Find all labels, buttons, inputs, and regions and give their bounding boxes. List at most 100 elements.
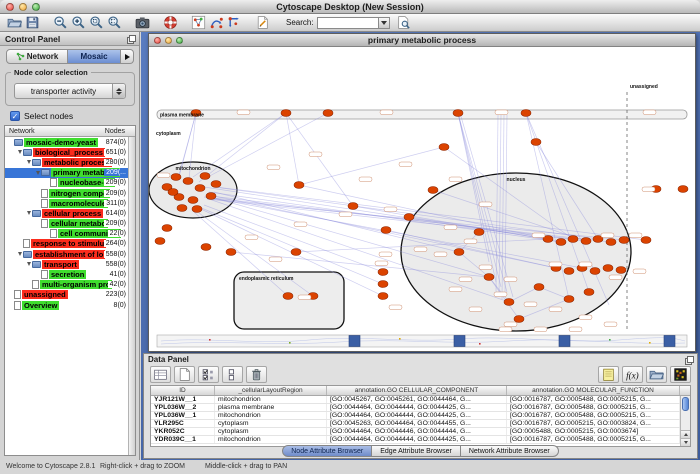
formula-icon[interactable]: f(x) xyxy=(622,366,643,383)
tree-row[interactable]: nitrogen compo209(0) xyxy=(5,188,135,198)
table-cell[interactable]: cytoplasm xyxy=(215,420,327,427)
zoom-fit-icon[interactable] xyxy=(106,14,123,31)
save-icon[interactable] xyxy=(24,14,41,31)
frame-close-button[interactable] xyxy=(154,37,161,44)
help-lifering-icon[interactable] xyxy=(162,14,179,31)
frame-zoom-button[interactable] xyxy=(176,37,183,44)
tab-overflow-button[interactable] xyxy=(121,49,134,64)
frame-minimize-button[interactable] xyxy=(165,37,172,44)
table-row[interactable]: YJR121W__1mitochondrion[GO:0045267, GO:0… xyxy=(151,396,690,404)
tree-row[interactable]: establishment of lo558(0) xyxy=(5,249,135,259)
annotation-icon[interactable] xyxy=(254,14,271,31)
tree-row[interactable]: macromolecule311(0) xyxy=(5,198,135,208)
table-row[interactable]: YPL036W__2plasma membrane[GO:0044464, GO… xyxy=(151,404,690,412)
tree-row[interactable]: cellular metabo209(0) xyxy=(5,219,135,229)
unselect-attributes-icon[interactable] xyxy=(222,366,243,383)
tree-header[interactable]: Network Nodes xyxy=(5,126,135,137)
column-header[interactable]: ID xyxy=(151,386,215,395)
tree-row[interactable]: mosaic-demo-yeast874(0) xyxy=(5,137,135,147)
disclosure-triangle-icon[interactable] xyxy=(25,160,32,164)
table-cell[interactable]: mitochondrion xyxy=(215,436,327,443)
scroll-up-button[interactable] xyxy=(681,430,690,438)
layout-icon[interactable] xyxy=(226,14,243,31)
float-panel-icon[interactable] xyxy=(127,35,136,44)
tab-network[interactable]: Network xyxy=(6,49,68,64)
table-cell[interactable]: mitochondrion xyxy=(215,412,327,419)
delete-attribute-icon[interactable] xyxy=(246,366,267,383)
tree-row[interactable]: cell communicat22(0) xyxy=(5,229,135,239)
tree-row[interactable]: metabolic process280(0) xyxy=(5,157,135,167)
table-cell[interactable]: [GO:0044464, GO:0044444, GO:0044425, G..… xyxy=(327,412,507,419)
tree-row[interactable]: transport558(0) xyxy=(5,259,135,269)
table-row[interactable]: YLR295Ccytoplasm[GO:0045263, GO:0044464,… xyxy=(151,420,690,428)
table-cell[interactable]: YLR295C xyxy=(151,420,215,427)
table-cell[interactable]: [GO:0016787, GO:0005488, GO:0005215, G..… xyxy=(507,412,680,419)
tab-mosaic[interactable]: Mosaic xyxy=(68,49,121,64)
network-window-titlebar[interactable]: primary metabolic process xyxy=(149,34,695,47)
tree-scrollbar[interactable] xyxy=(128,137,135,455)
table-cell[interactable]: [GO:0016787, GO:0005488, GO:0005215, G..… xyxy=(507,436,680,443)
tree-row[interactable]: cellular process614(0) xyxy=(5,208,135,218)
tree-row[interactable]: response to stimulu264(0) xyxy=(5,239,135,249)
zoom-region-icon[interactable] xyxy=(88,14,105,31)
network-canvas[interactable]: plasma membranecytoplasmmitochondrionnuc… xyxy=(149,47,695,351)
tree-row[interactable]: multi-organism pro42(0) xyxy=(5,280,135,290)
tree-row[interactable]: unassigned223(0) xyxy=(5,290,135,300)
network-overview-icon[interactable] xyxy=(190,14,207,31)
tab-node-attribute-browser[interactable]: Node Attribute Browser xyxy=(282,445,372,457)
table-cell[interactable]: YPL036W__1 xyxy=(151,412,215,419)
zoom-out-icon[interactable] xyxy=(52,14,69,31)
table-cell[interactable]: [GO:0016787, GO:0005488, GO:0005215, G..… xyxy=(507,396,680,403)
disclosure-triangle-icon[interactable] xyxy=(34,171,41,175)
table-cell[interactable]: [GO:0044464, GO:0044444, GO:0044425, G..… xyxy=(327,436,507,443)
table-cell[interactable]: [GO:0045267, GO:0045261, GO:0044464, G..… xyxy=(327,396,507,403)
zoom-in-icon[interactable] xyxy=(70,14,87,31)
disclosure-triangle-icon[interactable] xyxy=(16,252,23,256)
open-icon[interactable] xyxy=(6,14,23,31)
disclosure-triangle-icon[interactable] xyxy=(25,211,32,215)
disclosure-triangle-icon[interactable] xyxy=(16,150,23,154)
table-cell[interactable]: cytoplasm xyxy=(215,428,327,435)
search-options-icon[interactable] xyxy=(395,14,412,31)
table-cell[interactable]: [GO:0044464, GO:0044446, GO:0044444, G..… xyxy=(327,428,507,435)
table-cell[interactable]: [GO:0005488, GO:0005215, GO:0003674] xyxy=(507,428,680,435)
create-attribute-icon[interactable] xyxy=(174,366,195,383)
data-panel-float-icon[interactable] xyxy=(685,356,694,365)
column-header[interactable]: annotation.GO CELLULAR_COMPONENT xyxy=(327,386,507,395)
column-header[interactable]: annotation.GO MOLECULAR_FUNCTION xyxy=(507,386,680,395)
table-cell[interactable]: mitochondrion xyxy=(215,396,327,403)
column-header[interactable]: _cellularLayoutRegion xyxy=(215,386,327,395)
tree-row[interactable]: secretion41(0) xyxy=(5,269,135,279)
table-row[interactable]: YDR039C__1mitochondrion[GO:0044464, GO:0… xyxy=(151,436,690,444)
import-icon[interactable] xyxy=(646,366,667,383)
snapshot-camera-icon[interactable] xyxy=(134,14,151,31)
search-dropdown-button[interactable] xyxy=(379,17,390,29)
tree-row[interactable]: Overview8(0) xyxy=(5,300,135,310)
table-cell[interactable]: [GO:0044464, GO:0044444, GO:0044425, G..… xyxy=(327,404,507,411)
disclosure-triangle-icon[interactable] xyxy=(25,262,32,266)
table-cell[interactable]: plasma membrane xyxy=(215,404,327,411)
node-color-dropdown[interactable]: transporter activity xyxy=(14,83,126,99)
table-row[interactable]: YPL036W__1mitochondrion[GO:0044464, GO:0… xyxy=(151,412,690,420)
table-cell[interactable]: [GO:0016787, GO:0005215, GO:0003824, G..… xyxy=(507,420,680,427)
table-cell[interactable]: YDR039C__1 xyxy=(151,436,215,443)
table-cell[interactable]: [GO:0045263, GO:0044464, GO:0044455, G..… xyxy=(327,420,507,427)
table-cell[interactable]: YJR121W__1 xyxy=(151,396,215,403)
table-scrollbar[interactable] xyxy=(680,396,690,446)
select-nodes-checkbox[interactable] xyxy=(10,111,20,121)
select-attributes-icon[interactable] xyxy=(198,366,219,383)
table-row[interactable]: YKR052Ccytoplasm[GO:0044464, GO:0044446,… xyxy=(151,428,690,436)
first-neighbors-icon[interactable] xyxy=(208,14,225,31)
tree-row[interactable]: primary metabolic209(... xyxy=(5,168,135,178)
matrix-icon[interactable] xyxy=(670,366,691,383)
table-cell[interactable]: YPL036W__2 xyxy=(151,404,215,411)
table-scrollbar-thumb[interactable] xyxy=(682,397,689,411)
table-cell[interactable]: YKR052C xyxy=(151,428,215,435)
search-input[interactable] xyxy=(317,17,379,29)
tree-row[interactable]: biological_process651(0) xyxy=(5,147,135,157)
tab-edge-attribute-browser[interactable]: Edge Attribute Browser xyxy=(372,445,461,457)
tree-row[interactable]: nucleobase-co209(0) xyxy=(5,178,135,188)
attribute-table-icon[interactable] xyxy=(150,366,171,383)
tab-network-attribute-browser[interactable]: Network Attribute Browser xyxy=(461,445,559,457)
table-cell[interactable]: [GO:0016787, GO:0005488, GO:0005215, G..… xyxy=(507,404,680,411)
